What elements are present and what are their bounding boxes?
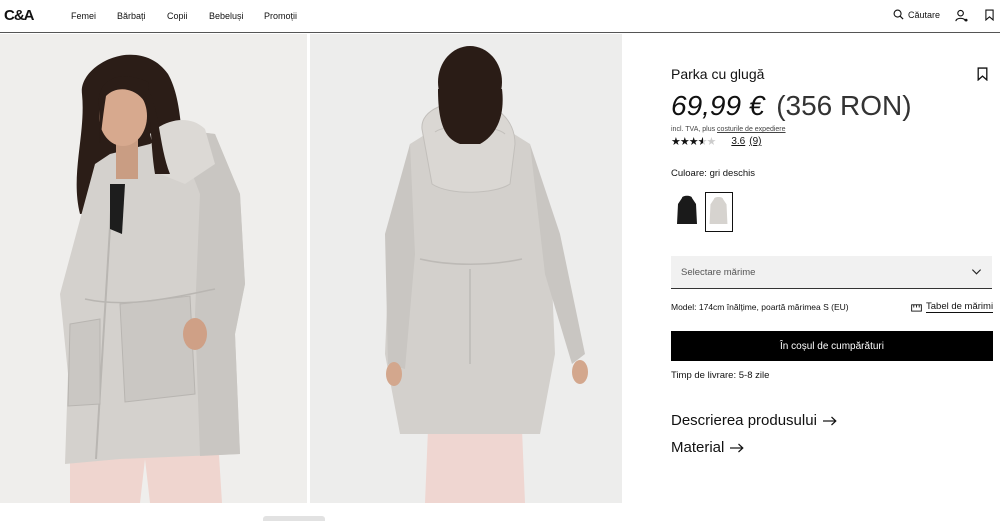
nav-item-bebelusi[interactable]: Bebeluși (209, 11, 264, 21)
search-label: Căutare (908, 9, 941, 20)
arrow-right-icon (730, 443, 745, 452)
product-title: Parka cu glugă (671, 66, 765, 82)
nav-item-femei[interactable]: Femei (71, 11, 117, 21)
color-value: gri deschis (709, 168, 755, 179)
product-description-label: Descrierea produsului (671, 412, 817, 429)
user-icon[interactable] (955, 9, 968, 22)
price-ron: (356 RON) (776, 90, 912, 121)
shipping-costs-link[interactable]: costurile de expediere (717, 126, 786, 133)
chevron-down-icon (971, 269, 982, 275)
size-select-placeholder: Selectare mărime (681, 267, 756, 278)
product-image-back[interactable] (310, 34, 622, 503)
size-select[interactable]: Selectare mărime (671, 256, 992, 289)
logo[interactable]: C&A (4, 7, 34, 24)
vat-info: incl. TVA, plus costurile de expediere (671, 126, 786, 133)
size-table-label: Tabel de mărimi (926, 301, 994, 313)
color-label-prefix: Culoare: (671, 168, 707, 179)
bookmark-icon[interactable] (985, 9, 994, 21)
rating-stars: ★★★★ ★ ★ (671, 136, 716, 148)
price-eur: 69,99 € (671, 90, 765, 121)
search-button[interactable]: Căutare (893, 9, 940, 20)
delivery-time: Timp de livrare: 5-8 zile (671, 370, 770, 381)
nav-item-barbati[interactable]: Bărbați (117, 11, 167, 21)
product-description-link[interactable]: Descrierea produsului (671, 412, 837, 429)
price: 69,99 € (356 RON) (671, 90, 912, 122)
ruler-icon (911, 303, 922, 312)
nav-item-copii[interactable]: Copii (167, 11, 209, 21)
search-icon (893, 9, 904, 20)
model-info: Model: 174cm înălțime, poartă mărimea S … (671, 302, 849, 312)
scroll-indicator[interactable] (263, 516, 325, 521)
bookmark-icon[interactable] (977, 67, 988, 81)
color-swatch-black[interactable] (673, 192, 701, 232)
vat-prefix: incl. TVA, plus (671, 126, 718, 133)
add-to-cart-button[interactable]: În coșul de cumpărături (671, 331, 993, 361)
rating-value[interactable]: 3.6 (731, 136, 745, 147)
color-swatch-light-grey[interactable] (705, 192, 733, 232)
nav-item-promotii[interactable]: Promoții (264, 11, 314, 21)
rating[interactable]: ★★★★ ★ ★ 3.6 (9) (671, 135, 765, 148)
material-label: Material (671, 439, 725, 456)
main-nav: Femei Bărbați Copii Bebeluși Promoții (71, 11, 314, 21)
arrow-right-icon (822, 416, 837, 425)
size-table-link[interactable]: Tabel de mărimi (911, 301, 994, 313)
rating-count[interactable]: (9) (749, 136, 761, 147)
header: C&A Femei Bărbați Copii Bebeluși Promoți… (0, 0, 1000, 33)
product-image-front[interactable] (0, 34, 307, 503)
color-label: Culoare: gri deschis (671, 168, 755, 179)
material-link[interactable]: Material (671, 439, 745, 456)
